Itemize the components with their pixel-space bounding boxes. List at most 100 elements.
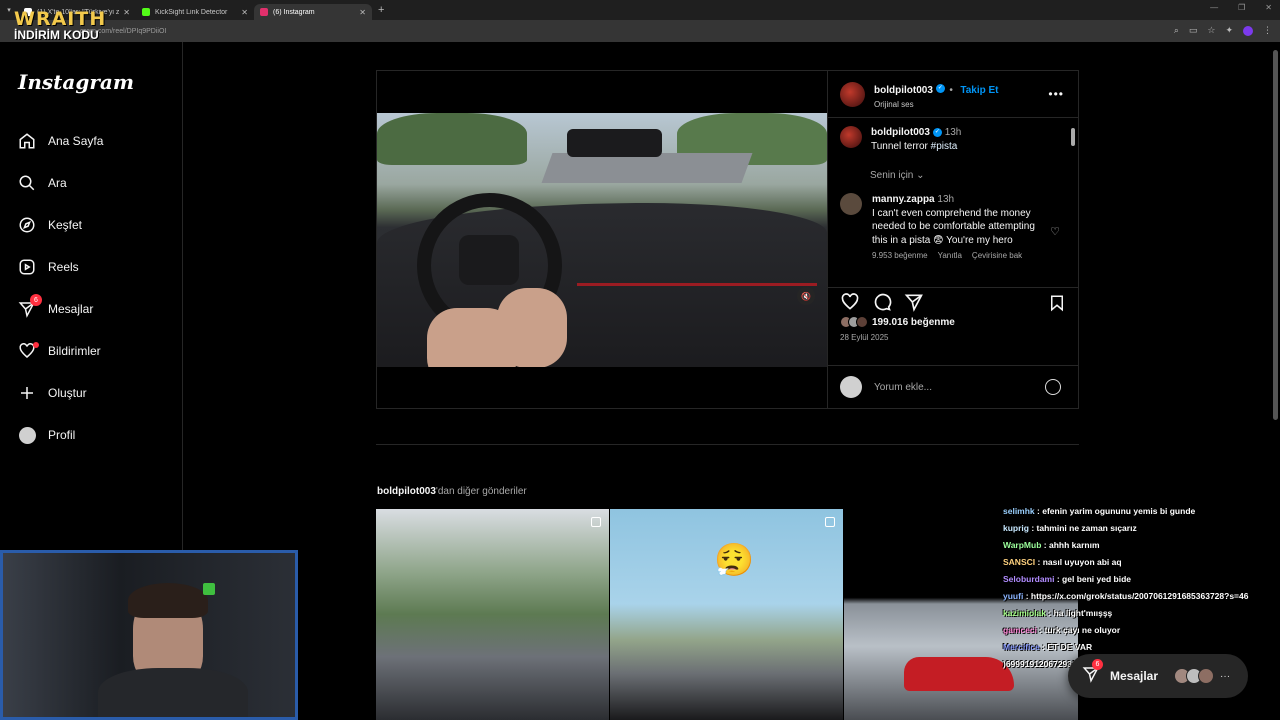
chat-user: SANSCI — [1003, 557, 1036, 567]
chat-line: kazimiolak : ha light'mıışşş — [1003, 605, 1280, 622]
instagram-favicon-icon — [260, 8, 268, 16]
save-icon[interactable] — [1048, 294, 1066, 312]
comment-like-icon[interactable]: ♡ — [1050, 225, 1060, 238]
zoom-icon[interactable]: ⌕ — [1174, 25, 1179, 36]
comment-sort-label: Senin için — [870, 170, 914, 181]
chat-text: : ha light'mıışşş — [1048, 608, 1113, 618]
sidebar-item-search[interactable]: Ara — [0, 162, 183, 204]
comment-likes[interactable]: 9.953 beğenme — [872, 251, 928, 260]
close-window-icon[interactable]: ✕ — [1265, 3, 1272, 12]
chat-text: : https://x.com/grok/status/200706129168… — [1025, 591, 1249, 601]
chat-user: selimhk — [1003, 506, 1035, 516]
chat-user: yuufi — [1003, 591, 1024, 601]
reel-video[interactable]: 🔇 — [377, 71, 827, 408]
sidebar-item-explore[interactable]: Keşfet — [0, 204, 183, 246]
chat-line: kuprig : tahmini ne zaman sıçarız — [1003, 520, 1280, 537]
sidebar-item-messages[interactable]: 6 Mesajlar — [0, 288, 183, 330]
profile-avatar-icon[interactable] — [1243, 25, 1253, 36]
chat-line: WarpMub : ahhh karnım — [1003, 537, 1280, 554]
reply-link[interactable]: Yanıtla — [938, 251, 962, 260]
comment-meta: 9.953 beğenme Yanıtla Çevirisine bak — [872, 251, 1066, 260]
messages-pill[interactable]: 6 Mesajlar ··· — [1068, 654, 1248, 698]
post-date[interactable]: 28 Eylül 2025 — [828, 333, 1078, 342]
grid-post[interactable] — [376, 509, 609, 720]
comments-scrollbar[interactable] — [1071, 122, 1075, 282]
sidebar-item-reels[interactable]: Reels — [0, 246, 183, 288]
video-wheel-hub — [459, 235, 519, 285]
restore-icon[interactable]: ❐ — [1238, 3, 1245, 12]
comment-text: I can't even comprehend the money needed… — [872, 207, 1035, 246]
browser-tab-instagram[interactable]: (6) Instagram ✕ — [254, 4, 372, 20]
instagram-logo[interactable]: Instagram — [18, 70, 134, 94]
close-tab-icon[interactable]: ✕ — [123, 8, 130, 17]
chat-text: : tahmini ne zaman sıçarız — [1031, 523, 1137, 533]
translate-link[interactable]: Çevirisine bak — [972, 251, 1022, 260]
extensions-icon[interactable]: ✦ — [1225, 25, 1233, 36]
more-options-icon[interactable]: ••• — [1048, 87, 1064, 101]
caption-hashtag[interactable]: #pista — [931, 141, 958, 152]
video-frame — [377, 113, 827, 367]
chat-text: : gel beni yed bide — [1056, 574, 1132, 584]
more-posts-username[interactable]: boldpilot003 — [377, 486, 436, 497]
chat-line: SANSCI : nasıl uyuyon abi aq — [1003, 554, 1280, 571]
window-controls: — ❐ ✕ — [1210, 3, 1272, 12]
close-tab-icon[interactable]: ✕ — [241, 8, 248, 17]
sidebar-item-label: Mesajlar — [48, 302, 94, 316]
author-username[interactable]: boldpilot003 — [874, 85, 933, 96]
sidebar-item-create[interactable]: Oluştur — [0, 372, 183, 414]
page-scrollbar[interactable] — [1273, 50, 1278, 420]
sidebar-item-home[interactable]: Ana Sayfa — [0, 120, 183, 162]
grid-post[interactable]: 😮‍💨 — [610, 509, 843, 720]
audio-label[interactable]: Orijinal ses — [874, 100, 998, 109]
commenter-username[interactable]: manny.zappa — [872, 194, 935, 205]
chat-line: yuufi : https://x.com/grok/status/200706… — [1003, 588, 1265, 605]
comment-sort-dropdown[interactable]: Senin için ⌄ — [870, 170, 1066, 181]
separator-dot: • — [949, 84, 953, 96]
new-tab-icon[interactable]: + — [378, 4, 384, 16]
like-count[interactable]: 199.016 beğenme — [828, 316, 1078, 328]
caption: boldpilot003 ✓ 13h Tunnel terror #pista — [840, 126, 1066, 154]
follow-button[interactable]: Takip Et — [960, 85, 998, 96]
address-bar: gram.com/reel/DPIq9PDiiOI ⌕ ▭ ☆ ✦ ⋮ — [0, 20, 1280, 42]
video-trees — [377, 113, 527, 165]
search-icon — [18, 174, 36, 192]
liker-avatar — [856, 316, 868, 328]
commenter-avatar[interactable] — [840, 193, 862, 215]
sidebar-nav: Ana Sayfa Ara Keşfet Reels 6 Mesajlar Bi… — [0, 120, 183, 456]
stream-chat: selimhk : efenin yarim ogununu yemis bi … — [1003, 503, 1280, 673]
bookmark-star-icon[interactable]: ☆ — [1207, 25, 1215, 36]
caption-avatar[interactable] — [840, 126, 862, 148]
comment-input[interactable] — [874, 381, 1034, 393]
share-icon[interactable] — [904, 292, 924, 312]
sponsor-brand: WRAITH — [14, 8, 107, 30]
messages-pill-label: Mesajlar — [1110, 669, 1159, 683]
chat-text: : ahhh karnım — [1043, 540, 1100, 550]
caption-username[interactable]: boldpilot003 — [871, 127, 930, 138]
chat-user: WarpMub — [1003, 540, 1042, 550]
menu-kebab-icon[interactable]: ⋮ — [1263, 25, 1272, 36]
notification-dot — [33, 342, 39, 348]
chevron-down-icon: ⌄ — [916, 170, 925, 181]
cast-icon[interactable]: ▭ — [1189, 25, 1198, 36]
mute-icon[interactable]: 🔇 — [797, 287, 815, 305]
comment-icon[interactable] — [872, 292, 892, 312]
chat-user: kuprig — [1003, 523, 1029, 533]
minimize-icon[interactable]: — — [1210, 3, 1218, 12]
sidebar-item-notifications[interactable]: Bildirimler — [0, 330, 183, 372]
close-tab-icon[interactable]: ✕ — [359, 8, 366, 17]
current-user-avatar — [840, 376, 862, 398]
comment-item: manny.zappa 13h I can't even comprehend … — [840, 193, 1066, 247]
browser-tab-kicksight[interactable]: KickSight Link Detector ✕ — [136, 4, 254, 20]
add-comment-bar — [828, 365, 1079, 408]
toolbar-icons: ⌕ ▭ ☆ ✦ ⋮ — [1174, 25, 1272, 36]
sidebar-item-label: Keşfet — [48, 218, 83, 232]
video-dash-trim — [577, 283, 817, 286]
chat-line: gamceci : turk çayı ne oluyor — [1003, 622, 1280, 639]
sidebar-item-profile[interactable]: Profil — [0, 414, 183, 456]
home-icon — [18, 132, 36, 150]
emoji-icon[interactable] — [1045, 379, 1061, 395]
author-avatar[interactable] — [840, 81, 865, 107]
chat-text: : ET DE VAR — [1042, 642, 1093, 652]
video-hand — [427, 308, 517, 367]
like-icon[interactable] — [840, 292, 860, 312]
